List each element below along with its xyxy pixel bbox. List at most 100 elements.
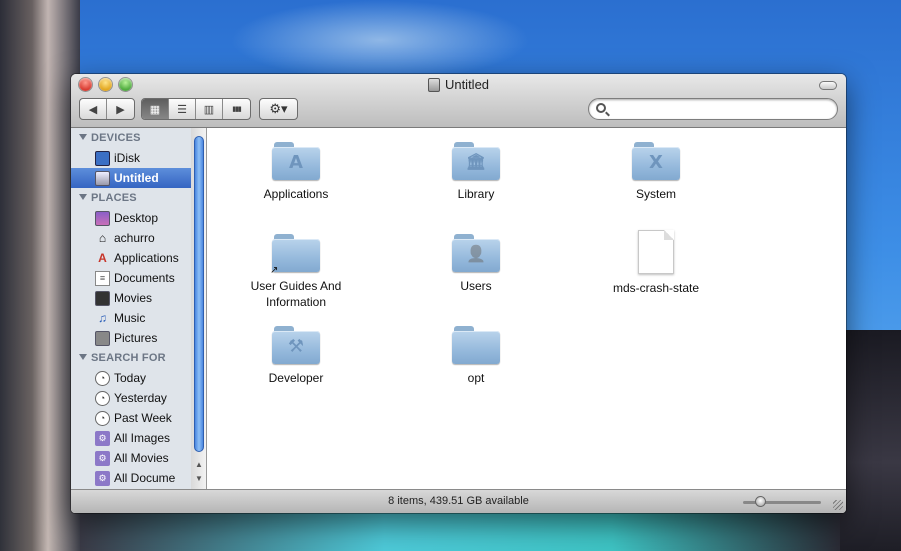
sidebar-item-label: iDisk (114, 151, 140, 165)
disclosure-triangle-icon (79, 354, 87, 360)
sidebar-item-label: All Images (114, 431, 171, 445)
window-title-text: Untitled (444, 77, 490, 92)
sidebar-item-desktop[interactable]: Desktop (71, 208, 206, 228)
view-mode-buttons: ▦ ☰ ▥ ▮▮▮ (141, 98, 251, 120)
file-name: opt (467, 371, 485, 385)
sidebar-item-label: Today (114, 371, 147, 385)
hard-drive-icon (427, 77, 440, 92)
sidebar-item-idisk[interactable]: iDisk (71, 148, 206, 168)
documents-icon: ≡ (95, 270, 110, 286)
navigation-buttons: ◀ ▶ (79, 98, 135, 120)
sidebar: DEVICES iDisk Untitled PLACES Desktop ⌂ a… (71, 128, 207, 489)
clock-icon: ◔ (95, 390, 110, 406)
sidebar-section-search-for[interactable]: SEARCH FOR (71, 348, 206, 368)
sidebar-item-music[interactable]: ♫ Music (71, 308, 206, 328)
sidebar-item-applications[interactable]: A Applications (71, 248, 206, 268)
sidebar-item-past-week[interactable]: ◔ Past Week (71, 408, 206, 428)
file-name: System (635, 187, 676, 201)
section-header-label: DEVICES (91, 132, 141, 144)
status-text: 8 items, 439.51 GB available (388, 495, 529, 507)
alias-arrow-icon: ↗ (270, 265, 279, 276)
smart-folder-icon: ⚙ (95, 450, 110, 466)
icon-size-slider-knob[interactable] (755, 496, 766, 507)
file-name: mds-crash-state (612, 281, 700, 295)
system-folder-icon: X (632, 142, 680, 180)
action-menu-button[interactable]: ⚙▾ (259, 98, 298, 120)
section-header-label: PLACES (91, 192, 137, 204)
sidebar-item-pictures[interactable]: Pictures (71, 328, 206, 348)
file-name: Library (457, 187, 495, 201)
library-folder-icon: 🏛 (452, 142, 500, 180)
sidebar-item-untitled[interactable]: Untitled (71, 168, 206, 188)
forward-button[interactable]: ▶ (107, 99, 134, 119)
file-item-mds-crash-state[interactable]: mds-crash-state (581, 230, 731, 296)
sidebar-item-all-movies[interactable]: ⚙ All Movies (71, 448, 206, 468)
file-item-system[interactable]: X System (581, 142, 731, 202)
desktop-wallpaper-blur (230, 0, 530, 80)
clock-icon: ◔ (95, 370, 110, 386)
sidebar-item-label: Applications (114, 251, 179, 265)
scroll-down-arrow-icon[interactable]: ▼ (193, 474, 205, 484)
file-item-opt[interactable]: opt (401, 326, 551, 386)
cover-flow-button[interactable]: ▮▮▮ (223, 99, 250, 119)
sidebar-item-label: Past Week (114, 411, 172, 425)
home-icon: ⌂ (98, 231, 107, 245)
document-icon (638, 230, 674, 274)
file-name: Users (460, 279, 492, 293)
icon-view-button[interactable]: ▦ (142, 99, 169, 119)
idisk-icon (95, 150, 110, 166)
alias-folder-icon: ↗ (270, 234, 320, 276)
file-browser-content: A Applications 🏛 Library X System ↗ User… (208, 128, 846, 489)
status-bar: 8 items, 439.51 GB available (71, 489, 846, 513)
hard-drive-icon (95, 170, 110, 186)
back-button[interactable]: ◀ (80, 99, 107, 119)
file-name: User Guides And Information (250, 279, 342, 309)
desktop-wallpaper-left (0, 0, 80, 551)
file-item-applications[interactable]: A Applications (221, 142, 371, 202)
file-item-library[interactable]: 🏛 Library (401, 142, 551, 202)
sidebar-item-label: Documents (114, 271, 175, 285)
sidebar-item-label: Untitled (114, 171, 159, 185)
pictures-icon (95, 330, 110, 346)
smart-folder-icon: ⚙ (95, 470, 110, 486)
scrollbar-thumb[interactable] (194, 136, 204, 452)
users-folder-icon: 👤 (452, 234, 500, 272)
resize-grip-icon[interactable] (833, 500, 843, 510)
sidebar-item-label: Movies (114, 291, 153, 305)
sidebar-item-documents[interactable]: ≡ Documents (71, 268, 206, 288)
applications-icon: A (98, 251, 107, 265)
sidebar-scrollbar[interactable]: ▲ ▼ (191, 128, 206, 489)
sidebar-item-label: Pictures (114, 331, 158, 345)
finder-window: Untitled ◀ ▶ ▦ ☰ ▥ ▮▮▮ ⚙▾ DEVICES iDisk … (71, 74, 846, 513)
search-field[interactable] (588, 98, 838, 120)
sidebar-item-achurro[interactable]: ⌂ achurro (71, 228, 206, 248)
file-item-users[interactable]: 👤 Users (401, 234, 551, 294)
file-item-developer[interactable]: ⚒ Developer (221, 326, 371, 386)
folder-icon (452, 326, 500, 364)
developer-folder-icon: ⚒ (272, 326, 320, 364)
desktop-icon (95, 210, 110, 226)
sidebar-item-today[interactable]: ◔ Today (71, 368, 206, 388)
sidebar-item-yesterday[interactable]: ◔ Yesterday (71, 388, 206, 408)
toolbar: Untitled ◀ ▶ ▦ ☰ ▥ ▮▮▮ ⚙▾ (71, 74, 846, 128)
section-header-label: SEARCH FOR (91, 352, 166, 364)
sidebar-section-devices[interactable]: DEVICES (71, 128, 206, 148)
sidebar-item-movies[interactable]: Movies (71, 288, 206, 308)
sidebar-item-all-images[interactable]: ⚙ All Images (71, 428, 206, 448)
sidebar-section-places[interactable]: PLACES (71, 188, 206, 208)
desktop-wallpaper-bottom (80, 512, 840, 551)
toolbar-toggle-button[interactable] (819, 81, 837, 90)
sidebar-item-label: Music (114, 311, 146, 325)
sidebar-item-label: All Movies (114, 451, 169, 465)
column-view-button[interactable]: ▥ (196, 99, 223, 119)
applications-folder-icon: A (272, 142, 320, 180)
sidebar-item-label: Yesterday (114, 391, 167, 405)
sidebar-item-all-documents[interactable]: ⚙ All Docume (71, 468, 206, 488)
music-icon: ♫ (98, 311, 107, 325)
search-icon (596, 103, 606, 113)
list-view-button[interactable]: ☰ (169, 99, 196, 119)
scroll-up-arrow-icon[interactable]: ▲ (193, 460, 205, 470)
file-item-user-guides[interactable]: ↗ User Guides And Information (221, 234, 371, 310)
file-name: Applications (263, 187, 329, 201)
smart-folder-icon: ⚙ (95, 430, 110, 446)
